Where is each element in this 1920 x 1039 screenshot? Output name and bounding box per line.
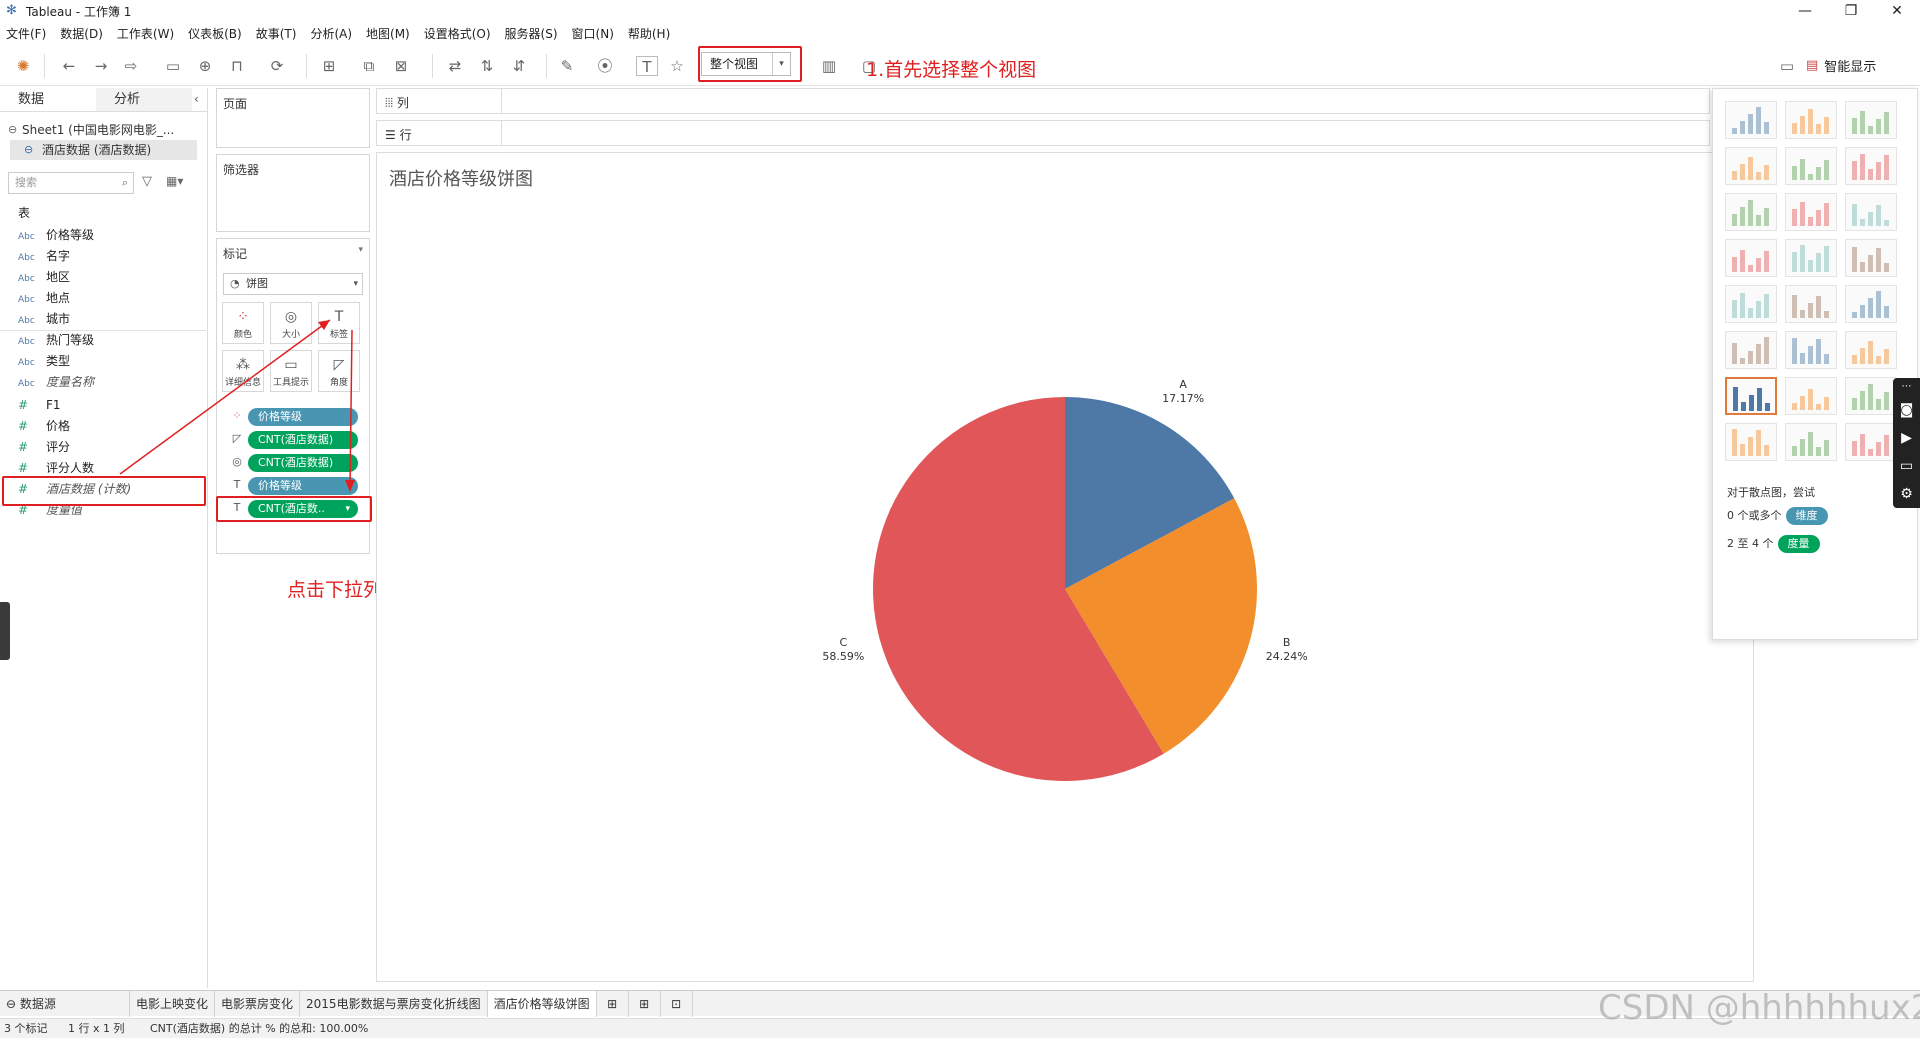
show-me-hint: 对于散点图，尝试 [1727,486,1815,499]
chart-type-thumb[interactable] [1785,193,1837,231]
pie-label-category: C [839,636,848,650]
window-icon[interactable]: ▭ [1893,452,1920,480]
pie-label-percent: 17.17% [1162,391,1205,405]
chart-type-thumb[interactable] [1785,285,1837,323]
chart-type-thumb[interactable] [1845,377,1897,415]
pie-label-percent: 24.24% [1265,650,1308,664]
tab-datasource[interactable]: ⊖ 数据源 [0,991,130,1017]
gear-icon[interactable]: ⚙ [1893,480,1920,508]
left-side-handle[interactable] [0,602,10,660]
chart-type-thumb[interactable] [1785,239,1837,277]
show-me-dim-req: 0 个或多个 维度 [1727,507,1828,525]
chart-type-thumb[interactable] [1725,101,1777,139]
rows-shelf[interactable]: ☰ 行 [376,120,1710,146]
status-marks: 3 个标记 [4,1022,48,1035]
chart-type-thumb[interactable] [1785,331,1837,369]
chart-type-thumb[interactable] [1845,285,1897,323]
new-sheet-icon[interactable]: ⊞ [597,991,629,1017]
pie-label-category: A [1179,377,1187,391]
pie-label-category: B [1282,636,1291,650]
more-icon[interactable]: ⋯ [1893,378,1920,396]
chart-type-thumb[interactable] [1725,331,1777,369]
show-me-measure-req: 2 至 4 个度量 [1727,535,1820,553]
dimension-badge: 维度 [1785,507,1828,525]
pie-label-C: C 58.59% [813,636,873,664]
new-story-icon[interactable]: ⊡ [661,991,693,1017]
chart-type-thumb[interactable] [1785,423,1837,461]
datasource-icon: ⊖ [6,997,20,1011]
pie-label-A: A 17.17% [1153,378,1213,406]
tab-2015-line[interactable]: 2015电影数据与票房变化折线图 [300,991,488,1017]
chart-type-thumb[interactable] [1845,331,1897,369]
measure-badge: 度量 [1777,535,1820,553]
chart-type-thumb[interactable] [1845,239,1897,277]
chart-type-thumb[interactable] [1725,285,1777,323]
pie-label-percent: 58.59% [822,650,865,664]
chart-type-thumb[interactable] [1785,377,1837,415]
columns-label: ⦙⦙⦙ 列 [385,96,409,110]
columns-icon: ⦙⦙⦙ [385,96,397,110]
chart-type-thumb[interactable] [1725,423,1777,461]
columns-shelf[interactable]: ⦙⦙⦙ 列 [376,88,1710,114]
floating-toolbar: ⋯ ◙ ▶ ▭ ⚙ [1893,378,1920,508]
pie-label-B: B 24.24% [1257,636,1317,664]
chart-type-thumb[interactable] [1845,423,1897,461]
pie-chart[interactable] [377,153,1753,981]
rows-icon: ☰ [385,128,400,142]
watermark: CSDN @hhhhhhux2 [1598,988,1920,1028]
status-sum: CNT(酒店数据) 的总计 % 的总和: 100.00% [150,1022,369,1035]
chart-type-thumb[interactable] [1845,101,1897,139]
chart-type-thumb[interactable] [1845,193,1897,231]
tab-hotel-pie[interactable]: 酒店价格等级饼图 [487,991,597,1017]
rows-label: ☰ 行 [385,128,412,142]
new-dashboard-icon[interactable]: ⊞ [629,991,661,1017]
chart-type-thumb[interactable] [1725,377,1777,415]
viz-canvas[interactable]: 酒店价格等级饼图 A 17.17% B 24.24% C 58.59% [376,152,1754,982]
chart-type-thumb[interactable] [1725,239,1777,277]
video-icon[interactable]: ▶ [1893,424,1920,452]
chart-type-thumb[interactable] [1785,101,1837,139]
chart-type-thumb[interactable] [1725,147,1777,185]
tab-movie-release[interactable]: 电影上映变化 [130,991,216,1017]
chart-type-thumb[interactable] [1845,147,1897,185]
show-me-panel: 对于散点图，尝试 0 个或多个 维度 2 至 4 个度量 [1712,88,1918,640]
camera-icon[interactable]: ◙ [1893,396,1920,424]
tab-movie-boxoffice[interactable]: 电影票房变化 [215,991,301,1017]
chart-type-thumb[interactable] [1725,193,1777,231]
chart-type-thumb[interactable] [1785,147,1837,185]
status-dims: 1 行 x 1 列 [68,1022,125,1035]
